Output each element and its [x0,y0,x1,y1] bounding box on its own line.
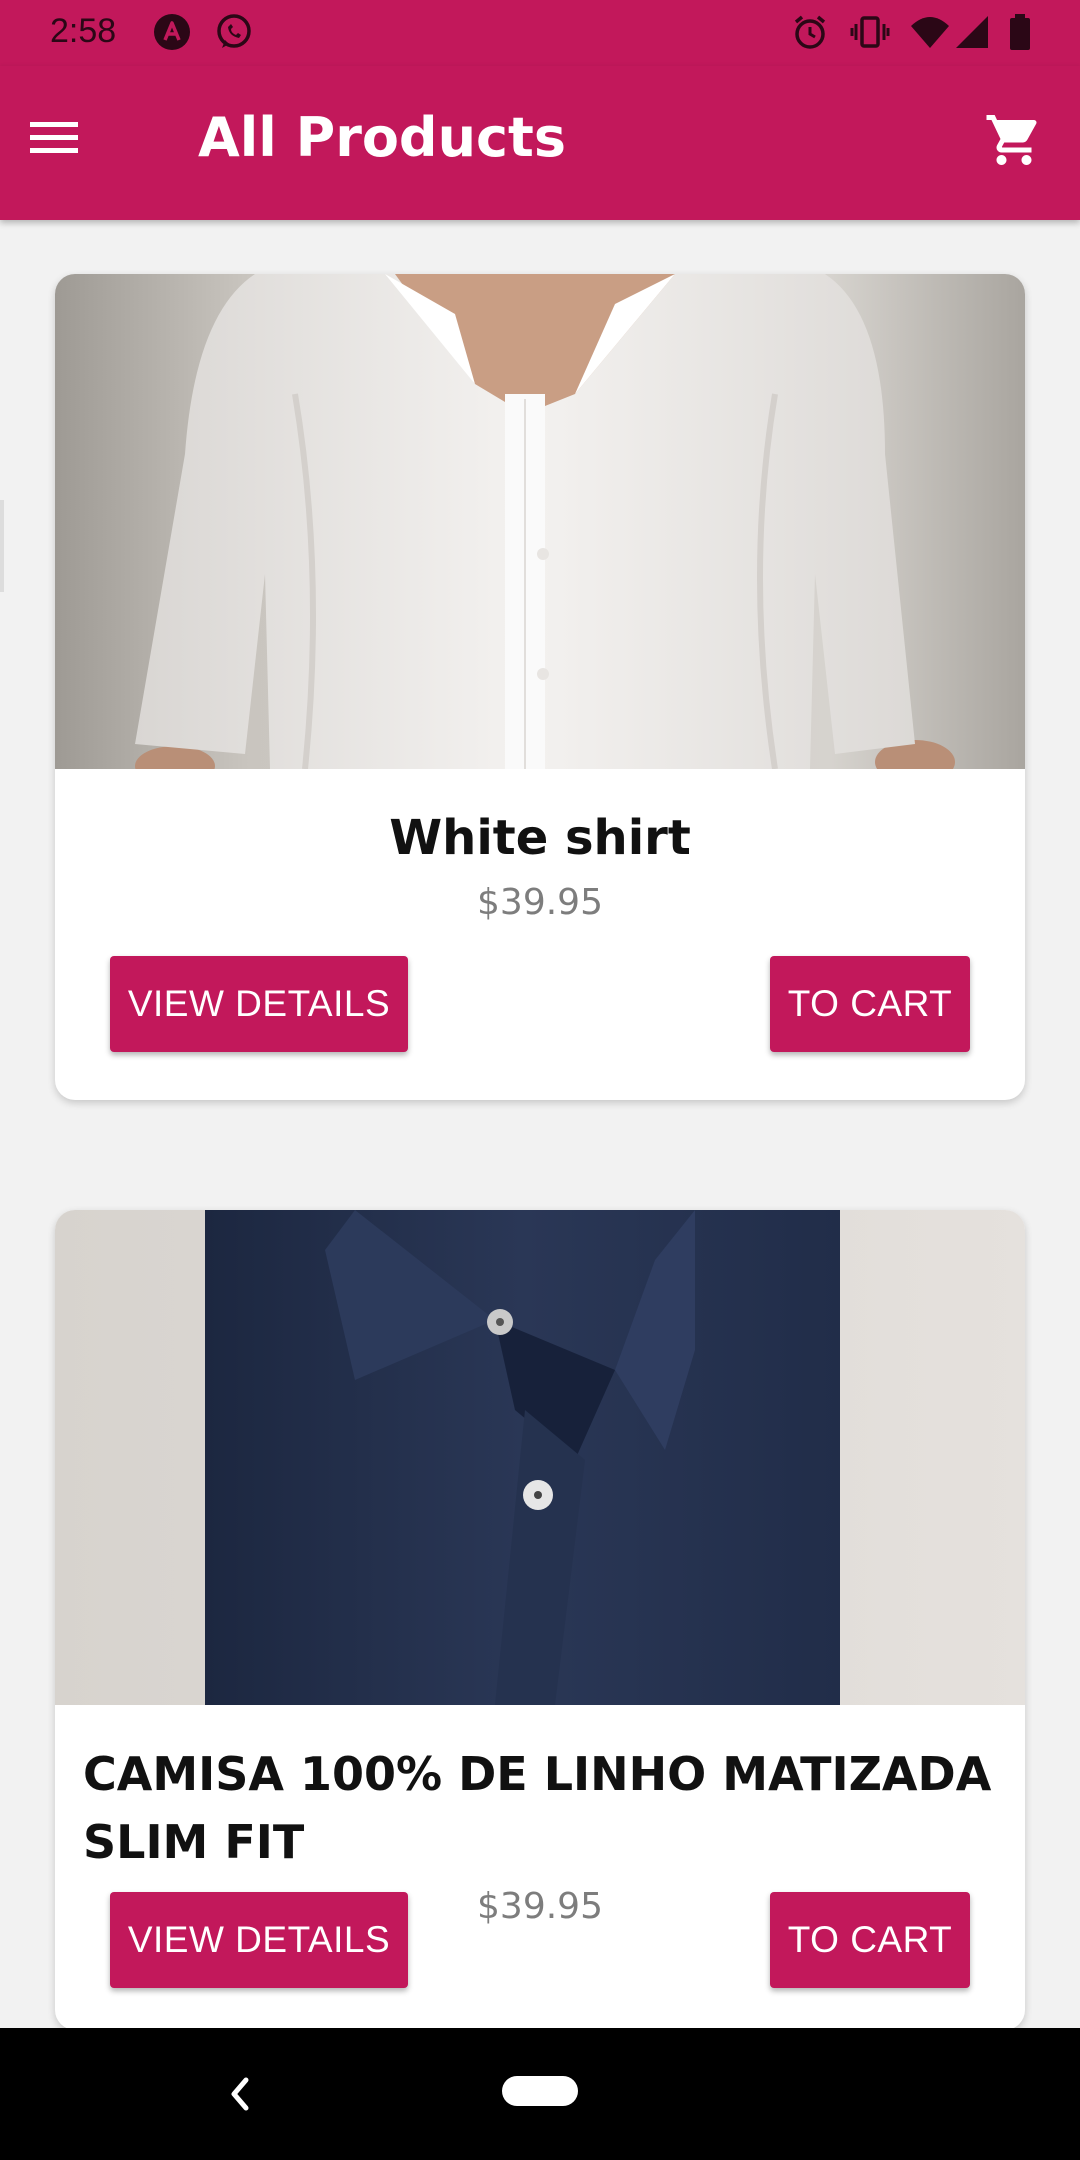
to-cart-button[interactable]: TO CART [770,1892,970,1988]
status-bar: 2:58 [0,0,1080,66]
system-nav-bar [0,2028,1080,2160]
cart-icon[interactable] [984,110,1044,170]
alarm-icon [790,12,830,52]
wifi-icon [910,12,950,52]
product-card: White shirt $39.95 VIEW DETAILS TO CART [55,274,1025,1100]
back-icon[interactable] [222,2072,258,2116]
navy-linen-shirt-photo[interactable] [55,1210,1025,1705]
product-price: $39.95 [477,882,603,923]
view-details-button[interactable]: VIEW DETAILS [110,956,408,1052]
product-title: CAMISA 100% DE LINHO MATIZADA SLIM FIT [83,1747,992,1869]
product-title: White shirt [389,810,691,866]
app-bar: All Products [0,66,1080,220]
to-cart-button[interactable]: TO CART [770,956,970,1052]
battery-icon [1000,12,1040,52]
app-a-icon [152,12,192,52]
status-time: 2:58 [50,12,117,50]
white-shirt-photo[interactable] [55,274,1025,769]
whatsapp-icon [214,12,254,52]
signal-icon [952,12,992,52]
edge-handle[interactable] [0,500,4,592]
home-pill-icon[interactable] [502,2076,578,2106]
page-title: All Products [198,106,566,169]
menu-icon[interactable] [28,118,80,158]
product-card: CAMISA 100% DE LINHO MATIZADA SLIM FIT $… [55,1210,1025,2030]
vibrate-icon [850,12,890,52]
view-details-button[interactable]: VIEW DETAILS [110,1892,408,1988]
app-screen: 2:58 All Products White shirt $39.95 VIE… [0,0,1080,2160]
